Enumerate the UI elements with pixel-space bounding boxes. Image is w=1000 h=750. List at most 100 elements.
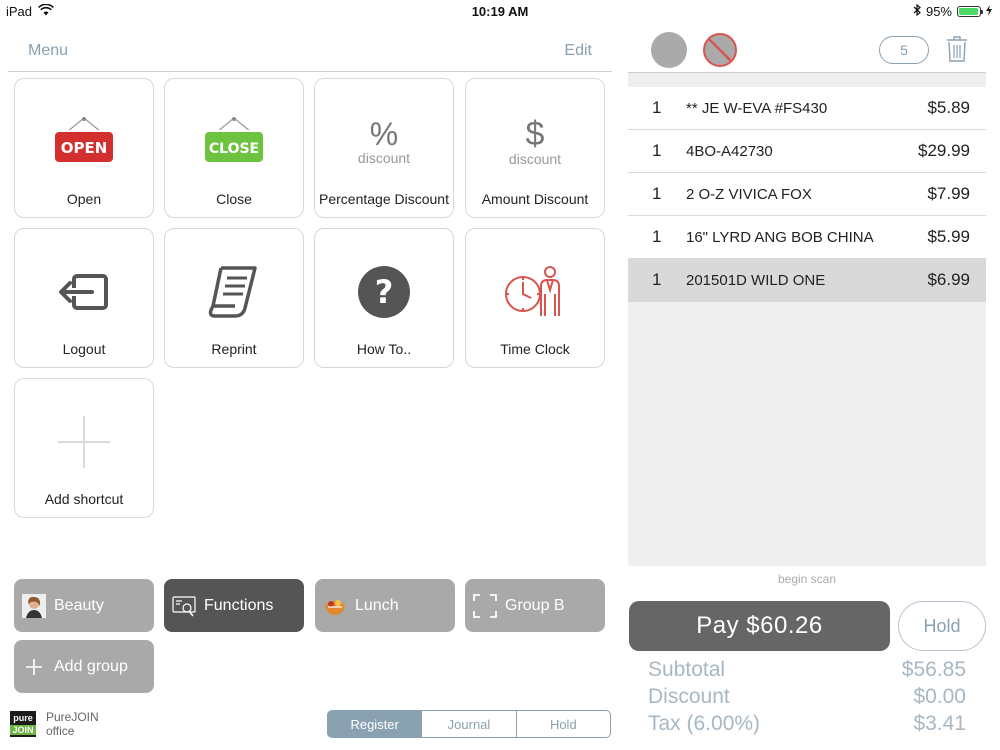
- discount-label: Discount: [648, 685, 730, 708]
- hold-button[interactable]: Hold: [898, 601, 986, 651]
- shortcut-label: Reprint: [211, 341, 257, 357]
- lunch-icon: [323, 594, 347, 618]
- question-icon: ?: [315, 257, 453, 327]
- item-qty: 1: [652, 184, 662, 203]
- menu-header: Menu Edit: [8, 36, 612, 72]
- shortcut-open[interactable]: OPEN Open: [14, 78, 154, 218]
- shortcut-label: Amount Discount: [481, 191, 589, 207]
- close-sign-icon: CLOSE: [165, 107, 303, 177]
- shortcut-close[interactable]: CLOSE Close: [164, 78, 304, 218]
- dollar-discount-icon: $ discount: [466, 107, 604, 177]
- group-functions[interactable]: Functions: [164, 579, 304, 632]
- subtotal-label: Subtotal: [648, 658, 726, 681]
- purejoin-logo: pure JOIN: [10, 711, 36, 737]
- item-name: 201501D WILD ONE: [686, 271, 826, 289]
- group-beauty[interactable]: Beauty: [14, 579, 154, 632]
- shortcut-label: How To..: [356, 341, 412, 357]
- percent-symbol: %: [369, 116, 399, 152]
- item-count-badge[interactable]: 5: [879, 36, 929, 64]
- open-sign-text: OPEN: [61, 139, 108, 157]
- cart-toolbar: 5: [628, 28, 986, 72]
- shortcut-how-to[interactable]: ? How To..: [314, 228, 454, 368]
- pay-button[interactable]: Pay $60.26: [629, 601, 890, 651]
- shortcut-percentage-discount[interactable]: % discount Percentage Discount: [314, 78, 454, 218]
- scan-hint: begin scan: [777, 572, 837, 586]
- tab-hold[interactable]: Hold: [517, 711, 610, 737]
- cart-row[interactable]: 1 2 O-Z VIVICA FOX $7.99: [628, 173, 986, 216]
- dollar-symbol: $: [525, 115, 545, 153]
- item-price: $29.99: [918, 141, 970, 160]
- add-shortcut-button[interactable]: Add shortcut: [14, 378, 154, 518]
- bluetooth-icon: [913, 3, 921, 19]
- item-name: 2 O-Z VIVICA FOX: [686, 185, 812, 203]
- group-lunch[interactable]: Lunch: [315, 579, 455, 632]
- plus-icon: [22, 655, 46, 679]
- group-label: Functions: [204, 596, 274, 614]
- discount-caption: discount: [357, 150, 411, 166]
- brand-subtitle: office: [46, 724, 75, 738]
- shortcut-label: Open: [66, 191, 102, 207]
- group-label: Lunch: [355, 596, 399, 614]
- item-qty: 1: [652, 270, 662, 289]
- subtotal-value: $56.85: [901, 658, 966, 681]
- trash-icon[interactable]: [946, 36, 968, 67]
- functions-icon: [172, 594, 196, 618]
- charging-icon: [986, 4, 992, 19]
- item-qty: 1: [652, 227, 662, 246]
- tax-value: $3.41: [913, 712, 966, 735]
- time-clock-icon: [466, 257, 604, 327]
- shortcut-label: Time Clock: [500, 341, 570, 357]
- edit-button[interactable]: Edit: [564, 42, 592, 60]
- cart-row-selected[interactable]: 1 201501D WILD ONE $6.99: [628, 259, 986, 302]
- item-price: $7.99: [927, 184, 970, 203]
- cart-row[interactable]: 1 4BO-A42730 $29.99: [628, 130, 986, 173]
- clock: 10:19 AM: [471, 4, 529, 19]
- beauty-avatar-icon: [22, 593, 46, 618]
- tax-label: Tax (6.00%): [648, 712, 761, 735]
- discount-caption: discount: [508, 151, 562, 167]
- group-b[interactable]: Group B: [465, 579, 605, 632]
- discount-value: $0.00: [913, 685, 966, 708]
- tab-register[interactable]: Register: [328, 711, 423, 737]
- brand-name: PureJOIN: [46, 710, 99, 724]
- open-sign-icon: OPEN: [15, 107, 153, 177]
- shortcut-reprint[interactable]: Reprint: [164, 228, 304, 368]
- no-customer-icon[interactable]: [702, 32, 738, 68]
- logout-icon: [15, 257, 153, 327]
- totals-summary: Subtotal $56.85 Discount $0.00 Tax (6.00…: [648, 656, 966, 737]
- shortcut-amount-discount[interactable]: $ discount Amount Discount: [465, 78, 605, 218]
- status-bar: iPad 10:19 AM 95%: [0, 0, 1000, 22]
- tab-journal[interactable]: Journal: [422, 711, 517, 737]
- shortcut-label: Logout: [62, 341, 106, 357]
- item-price: $5.99: [927, 227, 970, 246]
- item-price: $5.89: [927, 98, 970, 117]
- group-label: Beauty: [54, 596, 104, 614]
- question-mark: ?: [375, 273, 394, 311]
- item-qty: 1: [652, 98, 662, 117]
- item-name: 16" LYRD ANG BOB CHINA: [686, 228, 874, 246]
- item-price: $6.99: [927, 270, 970, 289]
- battery-percent: 95%: [925, 4, 952, 19]
- shortcut-logout[interactable]: Logout: [14, 228, 154, 368]
- customer-avatar[interactable]: [651, 32, 687, 68]
- shortcut-label: Close: [216, 191, 252, 207]
- shortcut-label: Add shortcut: [44, 491, 124, 507]
- group-frame-icon: [473, 593, 497, 618]
- item-name: 4BO-A42730: [686, 142, 773, 160]
- receipt-icon: [165, 257, 303, 327]
- plus-icon: [15, 407, 153, 477]
- cart-row[interactable]: 1 16" LYRD ANG BOB CHINA $5.99: [628, 216, 986, 259]
- close-sign-text: CLOSE: [209, 141, 259, 157]
- shortcut-time-clock[interactable]: Time Clock: [465, 228, 605, 368]
- battery-icon: [957, 6, 983, 17]
- view-tabs: Register Journal Hold: [327, 710, 611, 738]
- cart-row[interactable]: 1 ** JE W-EVA #FS430 $5.89: [628, 87, 986, 130]
- group-label: Group B: [505, 596, 565, 614]
- group-label: Add group: [54, 657, 128, 675]
- add-group-button[interactable]: Add group: [14, 640, 154, 693]
- shortcut-label: Percentage Discount: [319, 191, 449, 207]
- brand: pure JOIN PureJOIN office: [10, 710, 99, 738]
- item-name: ** JE W-EVA #FS430: [686, 99, 828, 117]
- item-qty: 1: [652, 141, 662, 160]
- menu-button[interactable]: Menu: [28, 42, 68, 60]
